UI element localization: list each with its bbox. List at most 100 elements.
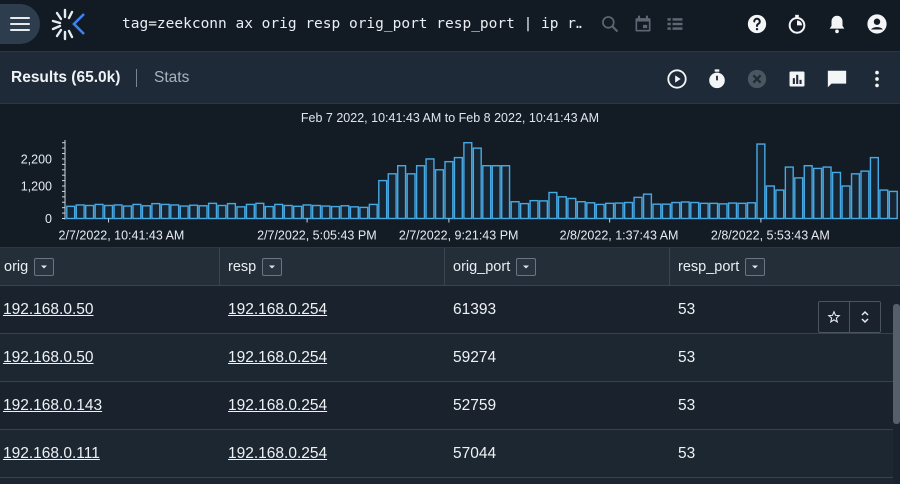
search-icon[interactable]	[598, 12, 622, 36]
histogram-bar	[888, 190, 898, 220]
histogram-bar	[66, 205, 76, 220]
histogram-bar	[321, 205, 331, 220]
histogram-bar	[775, 189, 785, 220]
stats-tab[interactable]: Stats	[154, 69, 189, 87]
column-menu-button[interactable]	[262, 258, 283, 276]
table-row: 192.168.0.111 192.168.0.254 57044 53	[0, 430, 893, 478]
cancel-icon[interactable]	[746, 68, 768, 90]
orig-cell[interactable]: 192.168.0.50	[3, 301, 94, 319]
histogram-bar	[85, 204, 95, 220]
histogram-bar	[387, 173, 397, 220]
resp-port-cell: 53	[678, 397, 696, 414]
star-icon[interactable]	[819, 302, 849, 332]
table-header: orig resp orig_port resp_port	[0, 247, 900, 286]
help-icon[interactable]	[745, 12, 769, 36]
histogram-bar	[302, 204, 312, 220]
histogram-chart[interactable]: 2,200 1,200 0 2/7/2022, 10:41:43 AM 2/7/2022…	[0, 104, 900, 247]
orig-cell[interactable]: 192.168.0.143	[3, 397, 102, 415]
gravwell-logo[interactable]	[48, 4, 88, 44]
chart-icon[interactable]	[786, 68, 808, 90]
histogram-bar	[482, 165, 492, 220]
histogram-panel: Feb 7 2022, 10:41:43 AM to Feb 8 2022, 1…	[0, 104, 900, 247]
histogram-bar	[217, 204, 227, 220]
histogram-bar	[794, 177, 804, 220]
histogram-bar	[274, 203, 284, 220]
query-text[interactable]: tag=zeekconn ax orig resp orig_port resp…	[122, 16, 582, 32]
stopwatch-icon[interactable]	[706, 68, 728, 90]
histogram-bar	[614, 202, 624, 220]
notifications-icon[interactable]	[825, 12, 849, 36]
chevron-down-icon	[523, 265, 530, 269]
scroll-thumb[interactable]	[893, 304, 900, 424]
histogram-bar	[642, 193, 653, 220]
histogram-bar	[236, 206, 246, 220]
y-tick-label: 0	[45, 212, 52, 226]
column-label: orig_port	[453, 259, 511, 275]
histogram-bar	[293, 205, 303, 220]
column-menu-button[interactable]	[745, 258, 766, 276]
histogram-bar	[368, 203, 378, 220]
histogram-bar	[510, 201, 520, 220]
histogram-bar	[397, 165, 407, 220]
calendar-icon[interactable]	[631, 12, 655, 36]
histogram-bar	[699, 202, 709, 220]
chevron-down-icon	[41, 265, 48, 269]
x-tick-label: 2/7/2022, 10:41:43 AM	[59, 229, 185, 243]
histogram-bar	[330, 205, 341, 220]
column-header-orig: orig	[0, 248, 220, 286]
column-menu-button[interactable]	[34, 258, 55, 276]
y-tick-label: 2,200	[21, 152, 52, 166]
histogram-bar	[803, 165, 813, 220]
histogram-bar	[869, 156, 879, 220]
histogram-bar	[586, 202, 596, 220]
histogram-bar	[179, 205, 189, 220]
expand-icon[interactable]	[849, 302, 880, 332]
histogram-bar	[652, 203, 662, 220]
column-label: resp	[228, 259, 257, 275]
column-label: resp_port	[678, 259, 740, 275]
histogram-bar	[680, 201, 690, 220]
resp-cell[interactable]: 192.168.0.254	[228, 349, 327, 367]
orig-cell[interactable]: 192.168.0.111	[3, 445, 100, 463]
chevron-down-icon	[752, 265, 759, 269]
play-icon[interactable]	[666, 68, 688, 90]
menu-button[interactable]	[0, 4, 40, 44]
orig-port-cell: 52759	[453, 397, 497, 414]
orig-port-cell: 59274	[453, 349, 497, 366]
vertical-scrollbar[interactable]	[893, 286, 900, 484]
top-bar: tag=zeekconn ax orig resp orig_port resp…	[0, 0, 900, 52]
results-title[interactable]: Results (65.0k)	[11, 69, 120, 87]
more-vert-icon[interactable]	[866, 68, 888, 90]
histogram-bar	[122, 205, 133, 220]
y-tick-label: 1,200	[21, 180, 52, 194]
histogram-bar	[207, 202, 218, 220]
histogram-bar	[671, 201, 681, 220]
resp-cell[interactable]: 192.168.0.254	[228, 301, 327, 319]
results-toolbar: Results (65.0k) Stats	[0, 52, 900, 104]
histogram-bar	[151, 202, 161, 220]
histogram-bar	[283, 204, 293, 220]
histogram-bar	[170, 204, 180, 220]
histogram-bar	[245, 203, 255, 220]
resp-cell[interactable]: 192.168.0.254	[228, 445, 327, 463]
resp-cell[interactable]: 192.168.0.254	[228, 397, 327, 415]
orig-cell[interactable]: 192.168.0.50	[3, 349, 94, 367]
account-icon[interactable]	[865, 12, 889, 36]
histogram-bar	[822, 166, 832, 220]
histogram-bar	[831, 171, 842, 220]
resp-port-cell: 53	[678, 445, 696, 462]
list-icon[interactable]	[663, 12, 687, 36]
histogram-bar	[160, 203, 170, 220]
timer-icon[interactable]	[785, 12, 809, 36]
x-tick-label: 2/7/2022, 9:21:43 PM	[399, 229, 519, 243]
column-menu-button[interactable]	[516, 258, 537, 276]
row-actions	[818, 301, 881, 333]
histogram-bar	[472, 147, 482, 220]
orig-port-cell: 57044	[453, 445, 497, 462]
comment-icon[interactable]	[826, 68, 848, 90]
table-row: 192.168.0.50 192.168.0.254 61393 53	[0, 286, 893, 334]
histogram-bar	[113, 204, 123, 220]
histogram-bar	[406, 173, 416, 220]
x-tick-label: 2/8/2022, 5:53:43 AM	[711, 229, 830, 243]
histogram-bar	[718, 203, 728, 220]
